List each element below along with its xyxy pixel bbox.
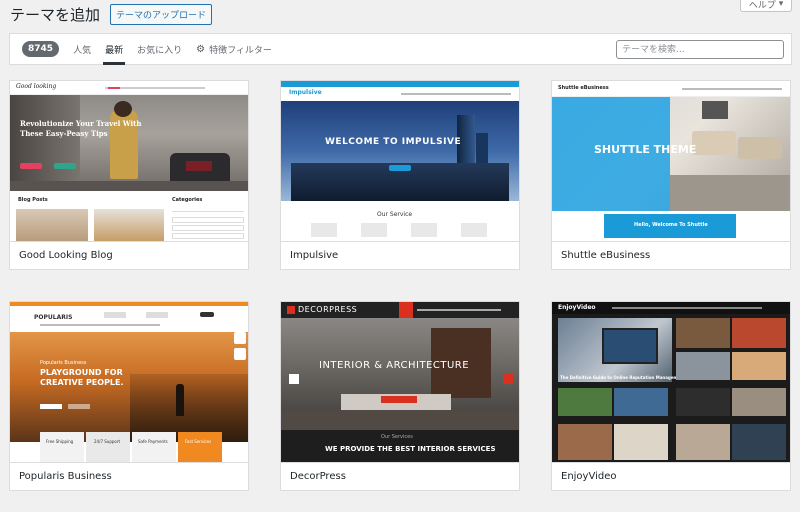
page-header: テーマを追加 テーマのアップロード: [10, 4, 213, 25]
filter-bar: 8745 人気 最新 お気に入り ⚙ 特徴フィルター: [9, 33, 792, 65]
theme-card-enjoyvideo[interactable]: EnjoyVideo The Definitive Guide to Onlin…: [551, 301, 791, 491]
chevron-down-icon: ▾: [778, 0, 784, 9]
preview-hero-text: WELCOME TO IMPULSIVE: [325, 137, 462, 147]
preview-feature: 24/7 Support: [94, 439, 121, 444]
preview-banner: Hello, Welcome To Shuttle: [634, 222, 708, 228]
tab-popular[interactable]: 人気: [73, 33, 91, 65]
preview-feature: Safe Payments: [138, 439, 168, 444]
preview-section-left: Blog Posts: [18, 197, 48, 203]
preview-section-right: Categories: [172, 197, 203, 203]
upload-theme-button[interactable]: テーマのアップロード: [110, 4, 213, 25]
theme-name: Shuttle eBusiness: [552, 241, 790, 269]
tab-latest[interactable]: 最新: [103, 33, 126, 65]
preview-feature: Free Shipping: [46, 439, 74, 444]
preview-logo: Impulsive: [289, 89, 322, 96]
theme-name: Good Looking Blog: [10, 241, 248, 269]
theme-screenshot[interactable]: Impulsive WELCOME TO IMPULSIVE Our Servi…: [281, 81, 519, 241]
preview-logo: Good looking: [16, 83, 57, 90]
theme-count-badge: 8745: [22, 41, 60, 57]
theme-card-popularis-business[interactable]: POPULARIS Popularis Business PLAYGROUND …: [9, 301, 249, 491]
theme-card-impulsive[interactable]: Impulsive WELCOME TO IMPULSIVE Our Servi…: [280, 80, 520, 270]
theme-screenshot[interactable]: Shuttle eBusiness SHUTTLE THEME Hello, W…: [552, 81, 790, 241]
theme-name: Impulsive: [281, 241, 519, 269]
theme-name: DecorPress: [281, 462, 519, 490]
help-tab-button[interactable]: ヘルプ ▾: [740, 0, 792, 12]
preview-section: Our Service: [377, 211, 413, 218]
theme-card-shuttle-ebusiness[interactable]: Shuttle eBusiness SHUTTLE THEME Hello, W…: [551, 80, 791, 270]
feature-filter-label: 特徴フィルター: [209, 45, 272, 56]
preview-headline: The Definitive Guide to Online Reputatio…: [560, 375, 686, 380]
theme-card-good-looking-blog[interactable]: Good looking Revolutionize Your Travel W…: [9, 80, 249, 270]
theme-name: Popularis Business: [10, 462, 248, 490]
preview-footer-text: WE PROVIDE THE BEST INTERIOR SERVICES: [325, 445, 496, 453]
preview-feature: Fast Services: [185, 439, 212, 444]
theme-screenshot[interactable]: EnjoyVideo The Definitive Guide to Onlin…: [552, 302, 790, 462]
preview-hero-text: SHUTTLE THEME: [594, 143, 697, 156]
help-label: ヘルプ: [748, 0, 776, 11]
preview-logo: POPULARIS: [34, 314, 73, 321]
theme-screenshot[interactable]: DECORPRESS INTERIOR & ARCHITECTURE Our S…: [281, 302, 519, 462]
preview-hero-sub: Popularis Business: [40, 360, 87, 366]
gear-icon: ⚙: [196, 43, 206, 55]
theme-screenshot[interactable]: Good looking Revolutionize Your Travel W…: [10, 81, 248, 241]
theme-screenshot[interactable]: POPULARIS Popularis Business PLAYGROUND …: [10, 302, 248, 462]
preview-hero-text: Revolutionize Your Travel With These Eas…: [20, 119, 142, 138]
preview-logo: Shuttle eBusiness: [558, 85, 609, 91]
preview-logo: EnjoyVideo: [558, 304, 596, 311]
feature-filter-button[interactable]: ⚙ 特徴フィルター: [196, 33, 272, 65]
preview-footer-label: Our Services: [381, 434, 413, 440]
page-title: テーマを追加: [10, 6, 101, 24]
tab-favorites[interactable]: お気に入り: [137, 33, 182, 65]
theme-search-input[interactable]: [616, 40, 784, 59]
theme-name: EnjoyVideo: [552, 462, 790, 490]
preview-hero-text: INTERIOR & ARCHITECTURE: [319, 360, 470, 371]
preview-logo: DECORPRESS: [298, 305, 358, 314]
preview-hero-text: PLAYGROUND FOR CREATIVE PEOPLE.: [40, 368, 124, 387]
theme-card-decorpress[interactable]: DECORPRESS INTERIOR & ARCHITECTURE Our S…: [280, 301, 520, 491]
